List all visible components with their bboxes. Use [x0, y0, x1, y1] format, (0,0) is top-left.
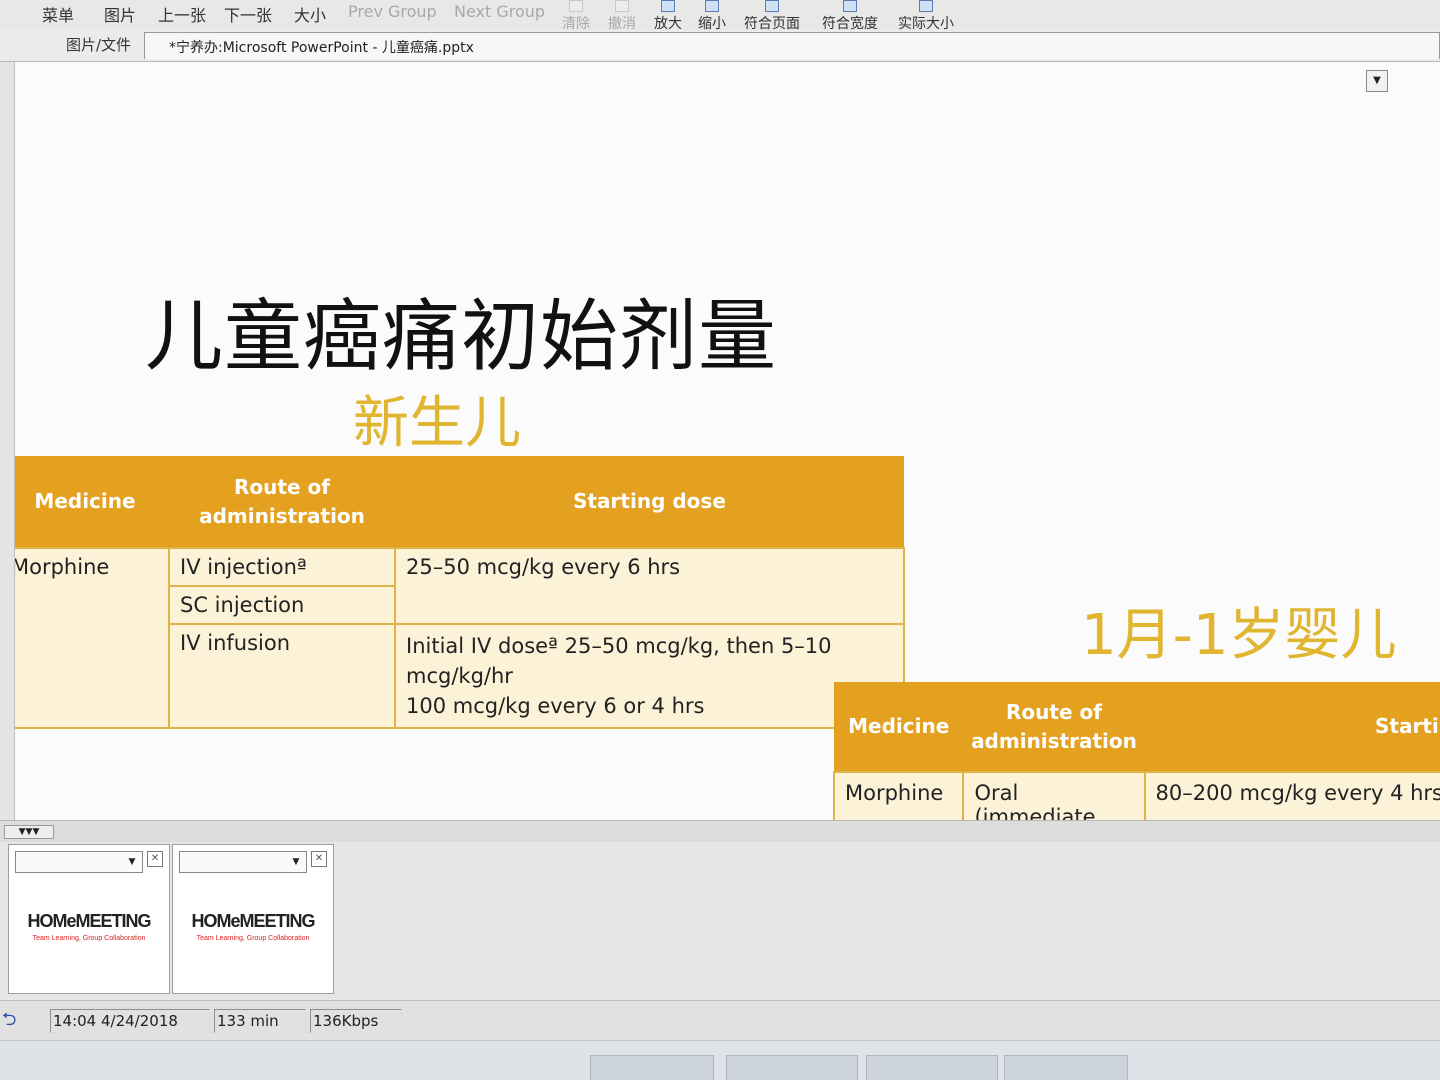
thumbnail-2[interactable]: ▼ ✕ HOMeMEETING Team Learning, Group Col…	[172, 844, 334, 994]
thumbnail-strip: ▼ ✕ HOMeMEETING Team Learning, Group Col…	[0, 842, 1440, 1000]
fit-page-button[interactable]: 符合页面	[744, 0, 800, 33]
taskbar-app[interactable]	[726, 1055, 858, 1080]
address-bar: 图片/文件 *宁养办:Microsoft PowerPoint - 儿童癌痛.p…	[0, 30, 1440, 62]
fit-width-icon	[843, 0, 857, 12]
slide-viewer: ▼ 儿童癌痛初始剂量 新生儿 1月-1岁婴儿 Medicine Route of…	[14, 62, 1440, 820]
chevron-down-icon[interactable]: ▼	[1366, 70, 1388, 92]
thumbnail-select[interactable]: ▼	[15, 851, 143, 873]
menu-button[interactable]: 菜单	[42, 2, 74, 26]
homemeeting-logo: HOMeMEETING	[27, 911, 151, 931]
header-starting-dose: Startin	[1144, 682, 1440, 772]
actual-size-button[interactable]: 实际大小	[898, 0, 954, 33]
previous-button[interactable]: 上一张	[158, 2, 206, 26]
address-value: *宁养办:Microsoft PowerPoint - 儿童癌痛.pptx	[169, 40, 474, 56]
cell-dose: 25–50 mcg/kg every 6 hrs	[394, 547, 905, 625]
thumbnail-strip-header: ▼▼▼	[0, 820, 1440, 842]
header-medicine: Medicine	[15, 456, 169, 548]
logo-tagline: Team Learning, Group Collaboration	[32, 935, 146, 942]
dose-infusion-line-1: Initial IV doseª 25–50 mcg/kg, then 5–10…	[406, 634, 832, 688]
cell-route: Oral (immediate	[962, 771, 1146, 820]
dose-infusion-line-2: 100 mcg/kg every 6 or 4 hrs	[406, 694, 705, 718]
return-arrow-icon[interactable]: ⮌	[2, 1011, 26, 1029]
table-row: Morphine Oral (immediate 80–200 mcg/kg e…	[832, 771, 1440, 820]
fit-page-icon	[765, 0, 779, 12]
taskbar	[0, 1040, 1440, 1080]
table-header-row: Medicine Route of administration Startin	[834, 682, 1440, 772]
close-icon[interactable]: ✕	[311, 851, 327, 867]
status-duration: 133 min	[214, 1009, 306, 1033]
table-row: Morphine IV injectionª 25–50 mcg/kg ever…	[15, 547, 905, 729]
clear-button[interactable]: 清除	[562, 0, 590, 33]
newborn-dose-table: Medicine Route of administration Startin…	[15, 456, 905, 729]
homemeeting-logo: HOMeMEETING	[191, 911, 315, 931]
fit-width-button[interactable]: 符合宽度	[822, 0, 878, 33]
header-starting-dose: Starting dose	[395, 456, 904, 548]
taskbar-app-excel[interactable]	[866, 1055, 998, 1080]
cell-medicine: Morphine	[15, 547, 170, 729]
close-icon[interactable]: ✕	[147, 851, 163, 867]
section-newborn-heading: 新生儿	[353, 391, 521, 456]
next-group-button[interactable]: Next Group	[454, 2, 545, 21]
clear-icon	[569, 0, 583, 12]
header-route: Route of administration	[963, 682, 1145, 772]
slide-title: 儿童癌痛初始剂量	[145, 292, 778, 382]
chevron-down-icon: ▼	[292, 857, 300, 867]
chevron-down-icon: ▼	[128, 857, 136, 867]
zoom-out-button[interactable]: 缩小	[698, 0, 726, 33]
zoom-in-icon	[661, 0, 675, 12]
cell-dose-infusion: Initial IV doseª 25–50 mcg/kg, then 5–10…	[394, 623, 905, 729]
logo-tagline: Team Learning, Group Collaboration	[196, 935, 310, 942]
zoom-out-icon	[705, 0, 719, 12]
prev-group-button[interactable]: Prev Group	[348, 2, 437, 21]
address-label: 图片/文件	[66, 36, 132, 54]
undo-button[interactable]: 撤消	[608, 0, 636, 33]
size-button[interactable]: 大小	[294, 2, 326, 26]
collapse-strip-icon[interactable]: ▼▼▼	[4, 825, 54, 839]
table-header-row: Medicine Route of administration Startin…	[15, 456, 904, 548]
pictures-button[interactable]: 图片	[104, 2, 136, 26]
cell-dose: 80–200 mcg/kg every 4 hrs	[1143, 771, 1440, 820]
header-medicine: Medicine	[834, 682, 964, 772]
status-datetime: 14:04 4/24/2018	[50, 1009, 210, 1033]
actual-size-icon	[919, 0, 933, 12]
section-infant-heading: 1月-1岁婴儿	[1081, 603, 1397, 668]
address-field[interactable]: *宁养办:Microsoft PowerPoint - 儿童癌痛.pptx	[144, 32, 1440, 59]
next-button[interactable]: 下一张	[224, 2, 272, 26]
cell-route: SC injection	[168, 585, 396, 625]
status-bar: ⮌ 14:04 4/24/2018 133 min 136Kbps	[0, 1000, 1440, 1040]
cell-route: IV infusion	[168, 623, 396, 729]
infant-dose-table: Medicine Route of administration Startin…	[832, 682, 1440, 820]
cell-route: IV injectionª	[168, 547, 396, 587]
zoom-in-button[interactable]: 放大	[654, 0, 682, 33]
taskbar-app[interactable]	[1004, 1055, 1128, 1080]
toolbar: 菜单 图片 上一张 下一张 大小 Prev Group Next Group 清…	[0, 0, 1440, 33]
taskbar-app-word[interactable]	[590, 1055, 714, 1080]
cell-medicine: Morphine	[832, 771, 965, 820]
status-bitrate: 136Kbps	[310, 1009, 402, 1033]
thumbnail-select[interactable]: ▼	[179, 851, 307, 873]
header-route: Route of administration	[169, 456, 395, 548]
undo-icon	[615, 0, 629, 12]
thumbnail-1[interactable]: ▼ ✕ HOMeMEETING Team Learning, Group Col…	[8, 844, 170, 994]
